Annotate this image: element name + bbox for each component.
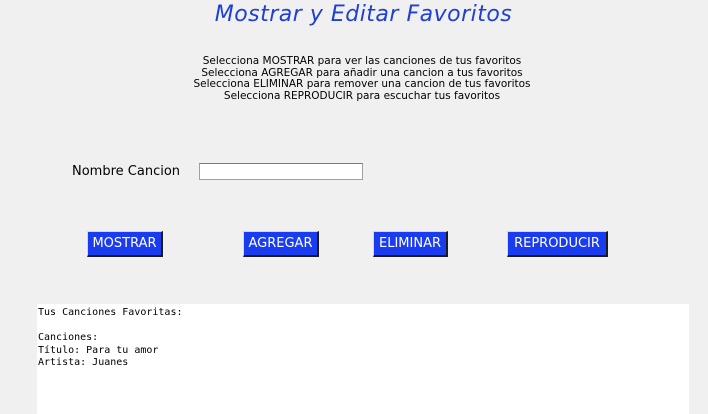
- favorites-output[interactable]: Tus Canciones Favoritas: Canciones: Títu…: [37, 304, 689, 414]
- output-song-title: Título: Para tu amor: [38, 344, 159, 356]
- output-blank-line: [38, 320, 688, 333]
- page-title: Mostrar y Editar Favoritos: [214, 2, 513, 27]
- instruction-eliminar: Selecciona ELIMINAR para remover una can…: [193, 78, 531, 90]
- instruction-mostrar: Selecciona MOSTRAR para ver las cancione…: [202, 55, 522, 67]
- eliminar-button[interactable]: ELIMINAR: [373, 231, 448, 257]
- output-header: Tus Canciones Favoritas:: [38, 307, 183, 318]
- mostrar-button[interactable]: MOSTRAR: [87, 231, 163, 257]
- agregar-button[interactable]: AGREGAR: [243, 231, 319, 257]
- instruction-reproducir: Selecciona REPRODUCIR para escuchar tus …: [223, 89, 501, 102]
- output-song-artist: Artista: Juanes: [38, 357, 129, 368]
- output-songs-label: Canciones:: [38, 332, 99, 343]
- song-name-label: Nombre Cancion: [72, 164, 181, 179]
- song-name-input[interactable]: [199, 163, 363, 180]
- reproducir-button[interactable]: REPRODUCIR: [507, 231, 608, 257]
- instructions-block: Selecciona MOSTRAR para ver las cancione…: [0, 55, 708, 102]
